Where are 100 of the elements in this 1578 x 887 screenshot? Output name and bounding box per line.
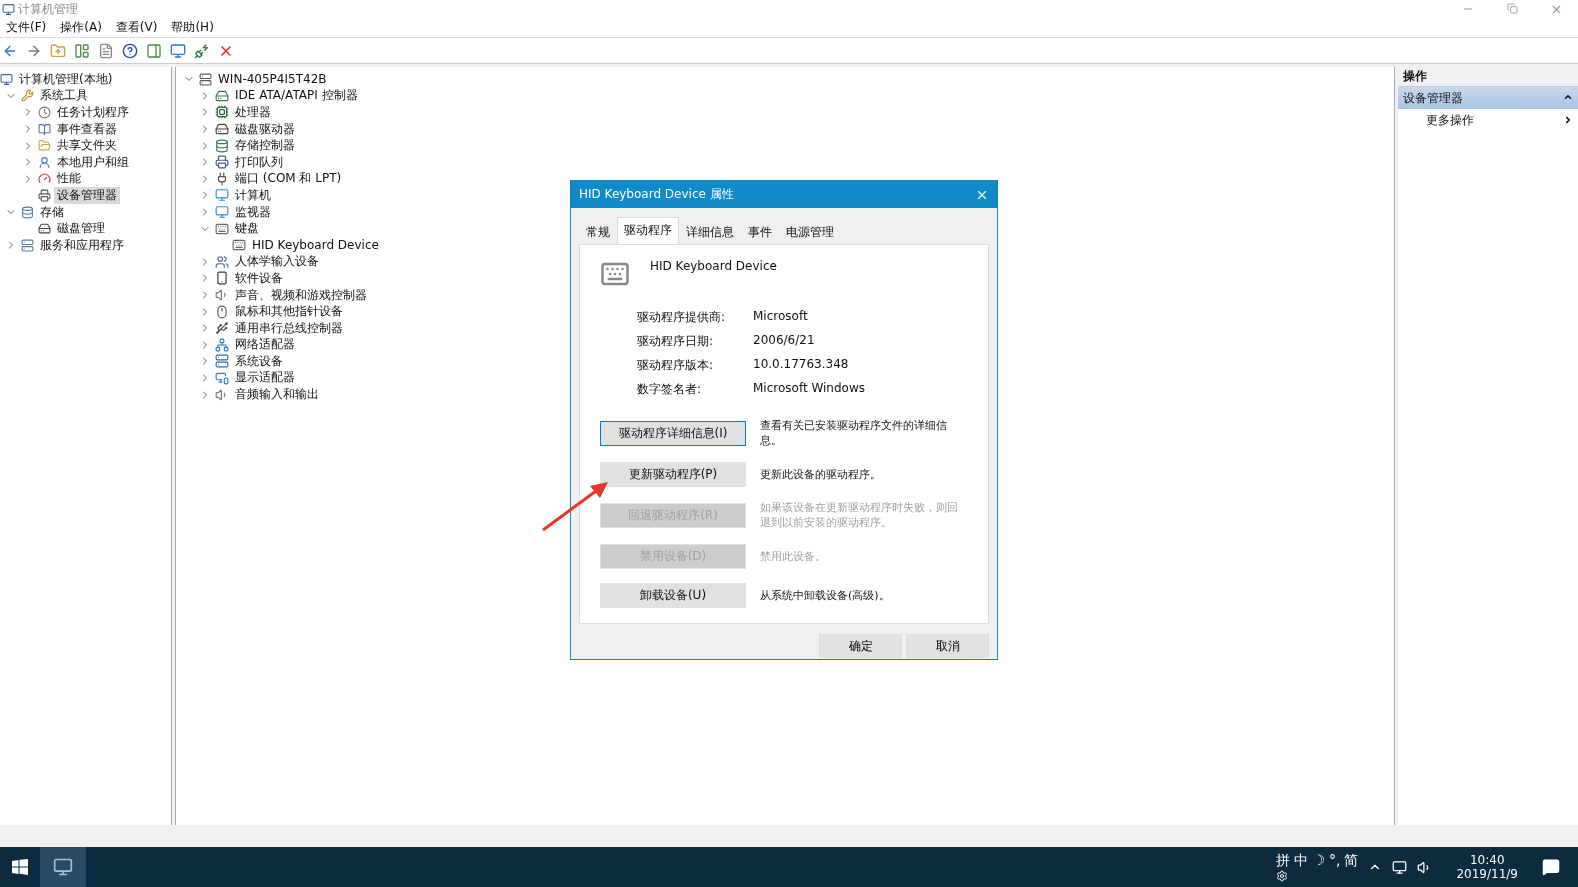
driver-button[interactable]: 驱动程序详细信息(I) [600,420,746,446]
dialog-button[interactable]: 取消 [906,634,989,658]
menu-item[interactable]: 文件(F) [6,19,47,36]
dialog-button[interactable]: 确定 [819,634,902,658]
tree-item[interactable]: 服务和应用程序 [37,236,127,254]
document-icon[interactable] [98,42,114,59]
info-label: 数字签名者: [637,381,703,398]
users-icon [38,155,51,169]
action-description: 更新此设备的驱动程序。 [760,466,882,482]
tree-item[interactable]: 网络适配器 [232,336,298,354]
tree-item[interactable]: 键盘 [232,220,262,238]
app-taskbar-icon[interactable] [40,847,86,887]
monitor-icon [215,205,229,220]
server-icon [215,354,229,369]
drive-icon [215,88,229,103]
tree-item[interactable]: 本地用户和组 [54,153,132,171]
display-icon [215,371,229,385]
tree-item[interactable]: 磁盘驱动器 [232,120,298,138]
tree-item[interactable]: 鼠标和其他指针设备 [232,303,346,321]
tree-item[interactable]: 计算机管理(本地) [16,70,116,88]
panel-header: 操作 [1398,67,1578,87]
app-icon [2,2,15,16]
printer-icon [215,155,229,170]
action-item[interactable]: 更多操作 [1398,109,1578,131]
usb-icon [215,321,229,336]
help-icon[interactable] [122,42,138,59]
clock-time[interactable]: 10:40 [1469,853,1505,867]
folder-icon [38,139,51,153]
tree-item[interactable]: 性能 [54,170,84,188]
monitor-icon[interactable] [170,42,186,59]
tree-item[interactable]: 端口 (COM 和 LPT) [232,170,345,188]
section-header[interactable]: 设备管理器 [1398,87,1578,109]
driver-button[interactable]: 更新驱动程序(P) [600,461,746,487]
plug-icon [215,171,229,186]
drive-icon [215,122,229,137]
dialog-title: HID Keyboard Device 属性 [579,186,734,203]
tree-item[interactable]: 声音、视频和游戏控制器 [232,286,370,304]
submenu-icon [1563,115,1573,125]
panel-icon[interactable] [146,42,162,59]
folder-up-icon[interactable] [50,42,66,59]
tree-item[interactable]: 音频输入和输出 [232,386,322,404]
tree-item[interactable]: 通用串行总线控制器 [232,319,346,337]
settings-icon[interactable] [1276,870,1289,882]
tree-item[interactable]: 设备管理器 [54,186,120,204]
mouse-icon [215,304,229,319]
info-value: Microsoft [753,309,809,325]
chip-icon [215,105,229,120]
tree-item[interactable]: IDE ATA/ATAPI 控制器 [232,87,361,105]
action-description: 禁用此设备。 [760,548,827,564]
tree-item[interactable]: 磁盘管理 [54,220,108,238]
keyboard-icon [215,221,229,236]
menu-item[interactable]: 帮助(H) [171,19,214,36]
clock-icon [38,106,51,119]
ime-indicator[interactable]: 中 [1294,852,1309,870]
tab[interactable]: 驱动程序 [617,217,679,244]
menu-item[interactable]: 操作(A) [60,19,102,36]
tree-item[interactable]: 处理器 [232,104,274,121]
tree-item[interactable]: 存储控制器 [232,137,298,155]
action-description: 如果该设备在更新驱动程序时失败，则回退到以前安装的驱动程序。 [760,500,959,530]
clock-date[interactable]: 2019/11/9 [1456,867,1518,881]
tree-item[interactable]: 存储 [37,203,67,221]
action-description: 从系统中卸载设备(高级)。 [760,587,891,603]
ime-indicator[interactable]: 拼 [1276,852,1291,870]
keyboard-icon [232,238,246,253]
tree-item[interactable]: 人体学输入设备 [232,253,322,271]
info-value: 2006/6/21 [753,333,816,349]
tree-item[interactable]: 共享文件夹 [54,137,120,155]
driver-button[interactable]: 卸载设备(U) [600,582,746,608]
phone-icon [215,271,229,286]
ime-indicator[interactable]: °, [1329,852,1341,870]
tree-item[interactable]: 软件设备 [232,269,286,287]
info-value: 10.0.17763.348 [753,357,850,373]
action-description: 查看有关已安装驱动程序文件的详细信息。 [760,418,948,448]
ime-indicator[interactable]: 简 [1344,852,1359,870]
info-label: 驱动程序版本: [637,357,715,374]
tree-item[interactable]: 系统设备 [232,352,286,370]
tree-item[interactable]: 任务计划程序 [54,104,132,121]
tree-item[interactable]: 计算机 [232,186,274,204]
ime-indicator[interactable]: ☽ [1312,852,1325,870]
menu-item[interactable]: 查看(V) [115,19,158,36]
users-icon [215,254,229,269]
tree-item[interactable]: 打印队列 [232,153,286,171]
tree-item[interactable]: 系统工具 [37,87,91,105]
device-name: HID Keyboard Device [650,259,777,273]
tree-item[interactable]: 显示适配器 [232,369,298,387]
monitor-icon [215,188,229,203]
info-label: 驱动程序日期: [637,333,715,350]
info-value: Microsoft Windows [753,381,866,397]
gauge-icon [38,172,51,186]
storage-icon [21,205,34,219]
tree-item[interactable]: 事件查看器 [54,120,120,138]
window-title: 计算机管理 [18,0,79,18]
panel-icon[interactable] [74,42,90,59]
tree-item[interactable]: WIN-405P4I5T42B [215,72,330,87]
plug-icon[interactable] [194,42,210,59]
log-icon [38,122,51,136]
tree-item[interactable]: HID Keyboard Device [249,238,382,253]
notification-icon[interactable] [1542,858,1560,876]
tree-item[interactable]: 监视器 [232,203,274,221]
storage-icon [215,138,229,153]
